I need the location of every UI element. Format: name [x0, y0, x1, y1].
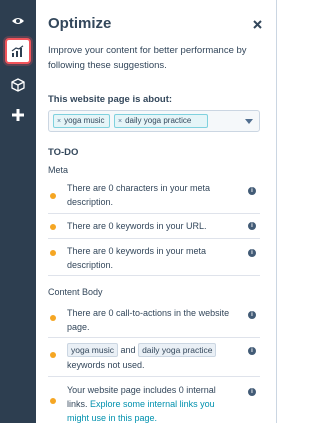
todo-item[interactable]: There are 0 keywords in your URL. i: [48, 214, 260, 239]
section-label: Meta: [48, 165, 69, 175]
warning-dot-icon: [50, 315, 56, 321]
topic-tag[interactable]: × yoga music: [53, 114, 110, 128]
info-icon[interactable]: i: [248, 222, 256, 230]
add-button[interactable]: [5, 102, 31, 128]
todo-item[interactable]: There are 0 keywords in your meta descri…: [48, 239, 260, 276]
optimize-button[interactable]: [5, 38, 31, 64]
keyword-chip: daily yoga practice: [138, 343, 217, 357]
warning-dot-icon: [50, 193, 56, 199]
keyword-chip: yoga music: [67, 343, 118, 357]
todo-item[interactable]: yoga music and daily yoga practice keywo…: [48, 338, 260, 377]
info-icon[interactable]: i: [248, 249, 256, 257]
panel-title: Optimize: [48, 15, 112, 32]
intro-text: Improve your content for better performa…: [48, 45, 247, 71]
preview-button[interactable]: [5, 8, 31, 34]
warning-dot-icon: [50, 398, 56, 404]
optimize-panel: Optimize Improve your content for better…: [36, 0, 277, 423]
warning-dot-icon: [50, 224, 56, 230]
todo-heading: TO-DO: [48, 147, 79, 158]
info-icon[interactable]: i: [248, 347, 256, 355]
warning-dot-icon: [50, 250, 56, 256]
cube-icon: [11, 78, 25, 92]
topic-tag[interactable]: × daily yoga practice: [114, 114, 208, 128]
remove-tag-icon[interactable]: ×: [118, 118, 122, 125]
info-icon[interactable]: i: [248, 388, 256, 396]
close-icon: [252, 19, 262, 29]
icon-rail: [0, 0, 36, 423]
section-label: Content Body: [48, 287, 103, 297]
about-label: This website page is about:: [48, 94, 173, 105]
modules-button[interactable]: [5, 72, 31, 98]
todo-item[interactable]: There are 0 call-to-actions in the websi…: [48, 302, 260, 338]
chart-bars-icon: [11, 44, 24, 57]
plus-icon: [12, 109, 24, 121]
info-icon[interactable]: i: [248, 187, 256, 195]
todo-item[interactable]: There are 0 characters in your meta desc…: [48, 178, 260, 214]
eye-icon: [12, 18, 24, 24]
info-icon[interactable]: i: [248, 311, 256, 319]
chevron-down-icon[interactable]: [245, 119, 253, 124]
topics-select[interactable]: × yoga music × daily yoga practice: [48, 110, 260, 132]
internal-links-link[interactable]: Explore some internal links you might us…: [67, 399, 215, 423]
remove-tag-icon[interactable]: ×: [57, 118, 61, 125]
warning-dot-icon: [50, 352, 56, 358]
todo-item[interactable]: Your website page includes 0 internal li…: [48, 377, 260, 423]
close-button[interactable]: [250, 17, 264, 31]
